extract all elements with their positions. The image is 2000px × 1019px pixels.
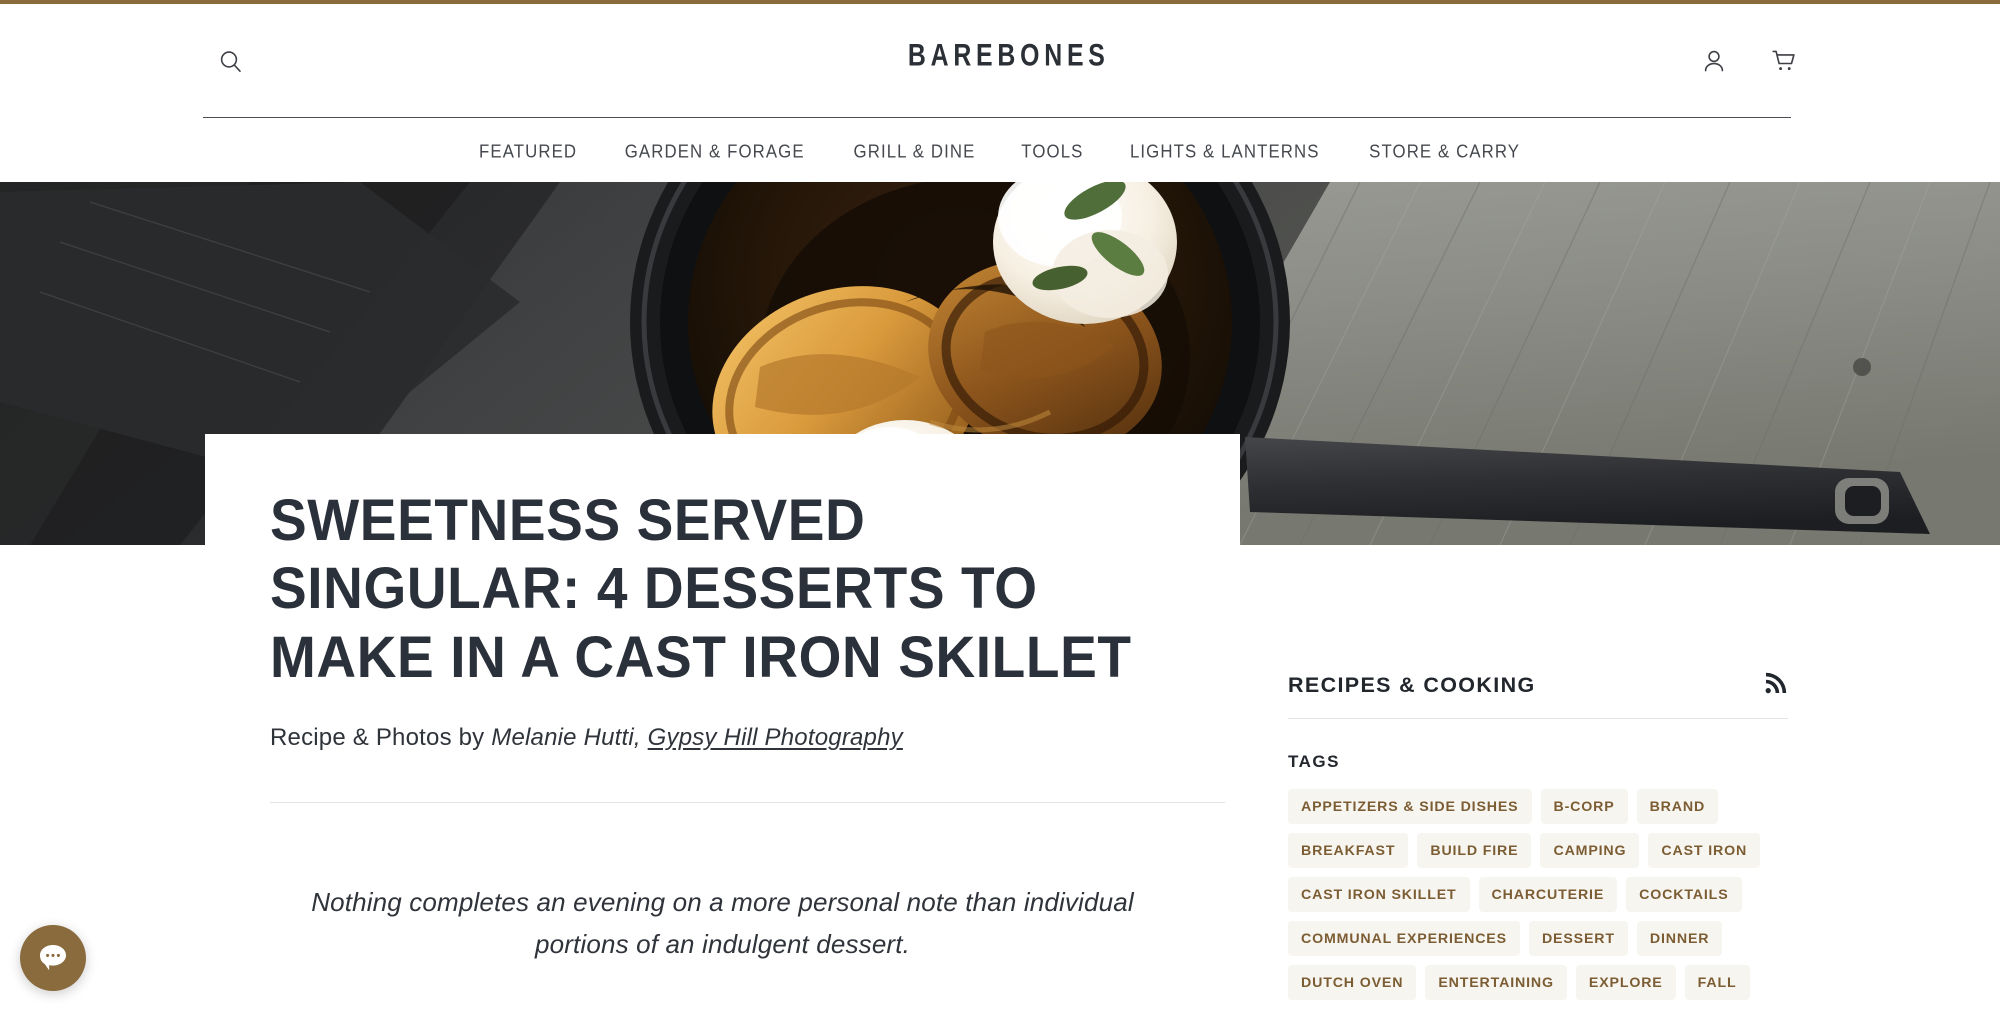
sidebar-header: RECIPES & COOKING	[1288, 672, 1788, 718]
nav-item-featured[interactable]: FEATURED	[459, 140, 597, 163]
byline-prefix: Recipe & Photos by	[270, 724, 492, 752]
tag-entertaining[interactable]: ENTERTAINING	[1425, 965, 1567, 1000]
site-logo[interactable]: BAREBONES	[908, 37, 1110, 74]
byline-photographer-link[interactable]: Gypsy Hill Photography	[648, 724, 903, 751]
sidebar: RECIPES & COOKING TAGS APPETIZERS & SIDE…	[1288, 672, 1788, 1000]
page-root: BAREBONES FEATURED GARDEN & FORAGE GRILL…	[0, 0, 2000, 1019]
byline-author: Melanie Hutti,	[491, 724, 641, 752]
tag-communal-experiences[interactable]: COMMUNAL EXPERIENCES	[1288, 921, 1520, 956]
account-icon	[1700, 47, 1728, 78]
nav-item-lights-lanterns[interactable]: LIGHTS & LANTERNS	[1110, 140, 1340, 163]
tag-appetizers-side-dishes[interactable]: APPETIZERS & SIDE DISHES	[1288, 789, 1532, 824]
article-divider	[270, 801, 1225, 803]
tag-charcuterie[interactable]: CHARCUTERIE	[1478, 877, 1618, 912]
article-card: SWEETNESS SERVED SINGULAR: 4 DESSERTS TO…	[205, 434, 1240, 1019]
article-byline: Recipe & Photos by Melanie Hutti, Gypsy …	[270, 721, 1175, 755]
sidebar-title: RECIPES & COOKING	[1288, 672, 1536, 697]
tag-camping[interactable]: CAMPING	[1540, 833, 1640, 868]
page-title: SWEETNESS SERVED SINGULAR: 4 DESSERTS TO…	[270, 487, 1132, 690]
nav-item-tools[interactable]: TOOLS	[1001, 140, 1103, 163]
tag-cast-iron-skillet[interactable]: CAST IRON SKILLET	[1288, 877, 1470, 912]
tag-list: APPETIZERS & SIDE DISHES B-CORP BRAND BR…	[1288, 789, 1788, 1000]
account-button[interactable]	[1696, 44, 1732, 80]
site-header: BAREBONES FEATURED GARDEN & FORAGE GRILL…	[0, 4, 2000, 182]
tag-b-corp[interactable]: B-CORP	[1540, 789, 1628, 824]
tags-label: TAGS	[1288, 752, 1340, 771]
rss-feed-button[interactable]	[1762, 672, 1788, 698]
tag-fall[interactable]: FALL	[1684, 965, 1750, 1000]
tag-explore[interactable]: EXPLORE	[1575, 965, 1676, 1000]
tag-breakfast[interactable]: BREAKFAST	[1288, 833, 1409, 868]
cart-button[interactable]	[1766, 44, 1802, 80]
article-pull-quote: Nothing completes an evening on a more p…	[311, 886, 1134, 959]
chat-bubble-icon	[34, 938, 72, 979]
tag-dinner[interactable]: DINNER	[1636, 921, 1723, 956]
tag-build-fire[interactable]: BUILD FIRE	[1417, 833, 1532, 868]
search-button[interactable]	[214, 46, 248, 80]
tag-dessert[interactable]: DESSERT	[1528, 921, 1628, 956]
tag-cast-iron[interactable]: CAST IRON	[1648, 833, 1761, 868]
cart-icon	[1770, 47, 1798, 78]
header-actions	[1696, 44, 1802, 80]
primary-nav: FEATURED GARDEN & FORAGE GRILL & DINE TO…	[0, 117, 2000, 186]
chat-widget-button[interactable]	[20, 925, 86, 991]
nav-item-grill-dine[interactable]: GRILL & DINE	[833, 140, 995, 163]
tag-dutch-oven[interactable]: DUTCH OVEN	[1288, 965, 1417, 1000]
rss-icon	[1763, 672, 1787, 699]
nav-item-garden-forage[interactable]: GARDEN & FORAGE	[605, 140, 825, 163]
tag-cocktails[interactable]: COCKTAILS	[1626, 877, 1742, 912]
sidebar-rule	[1288, 718, 1788, 719]
search-icon	[217, 48, 245, 79]
header-bar: BAREBONES	[0, 4, 2000, 118]
tag-brand[interactable]: BRAND	[1636, 789, 1719, 824]
nav-item-store-carry[interactable]: STORE & CARRY	[1349, 140, 1540, 163]
